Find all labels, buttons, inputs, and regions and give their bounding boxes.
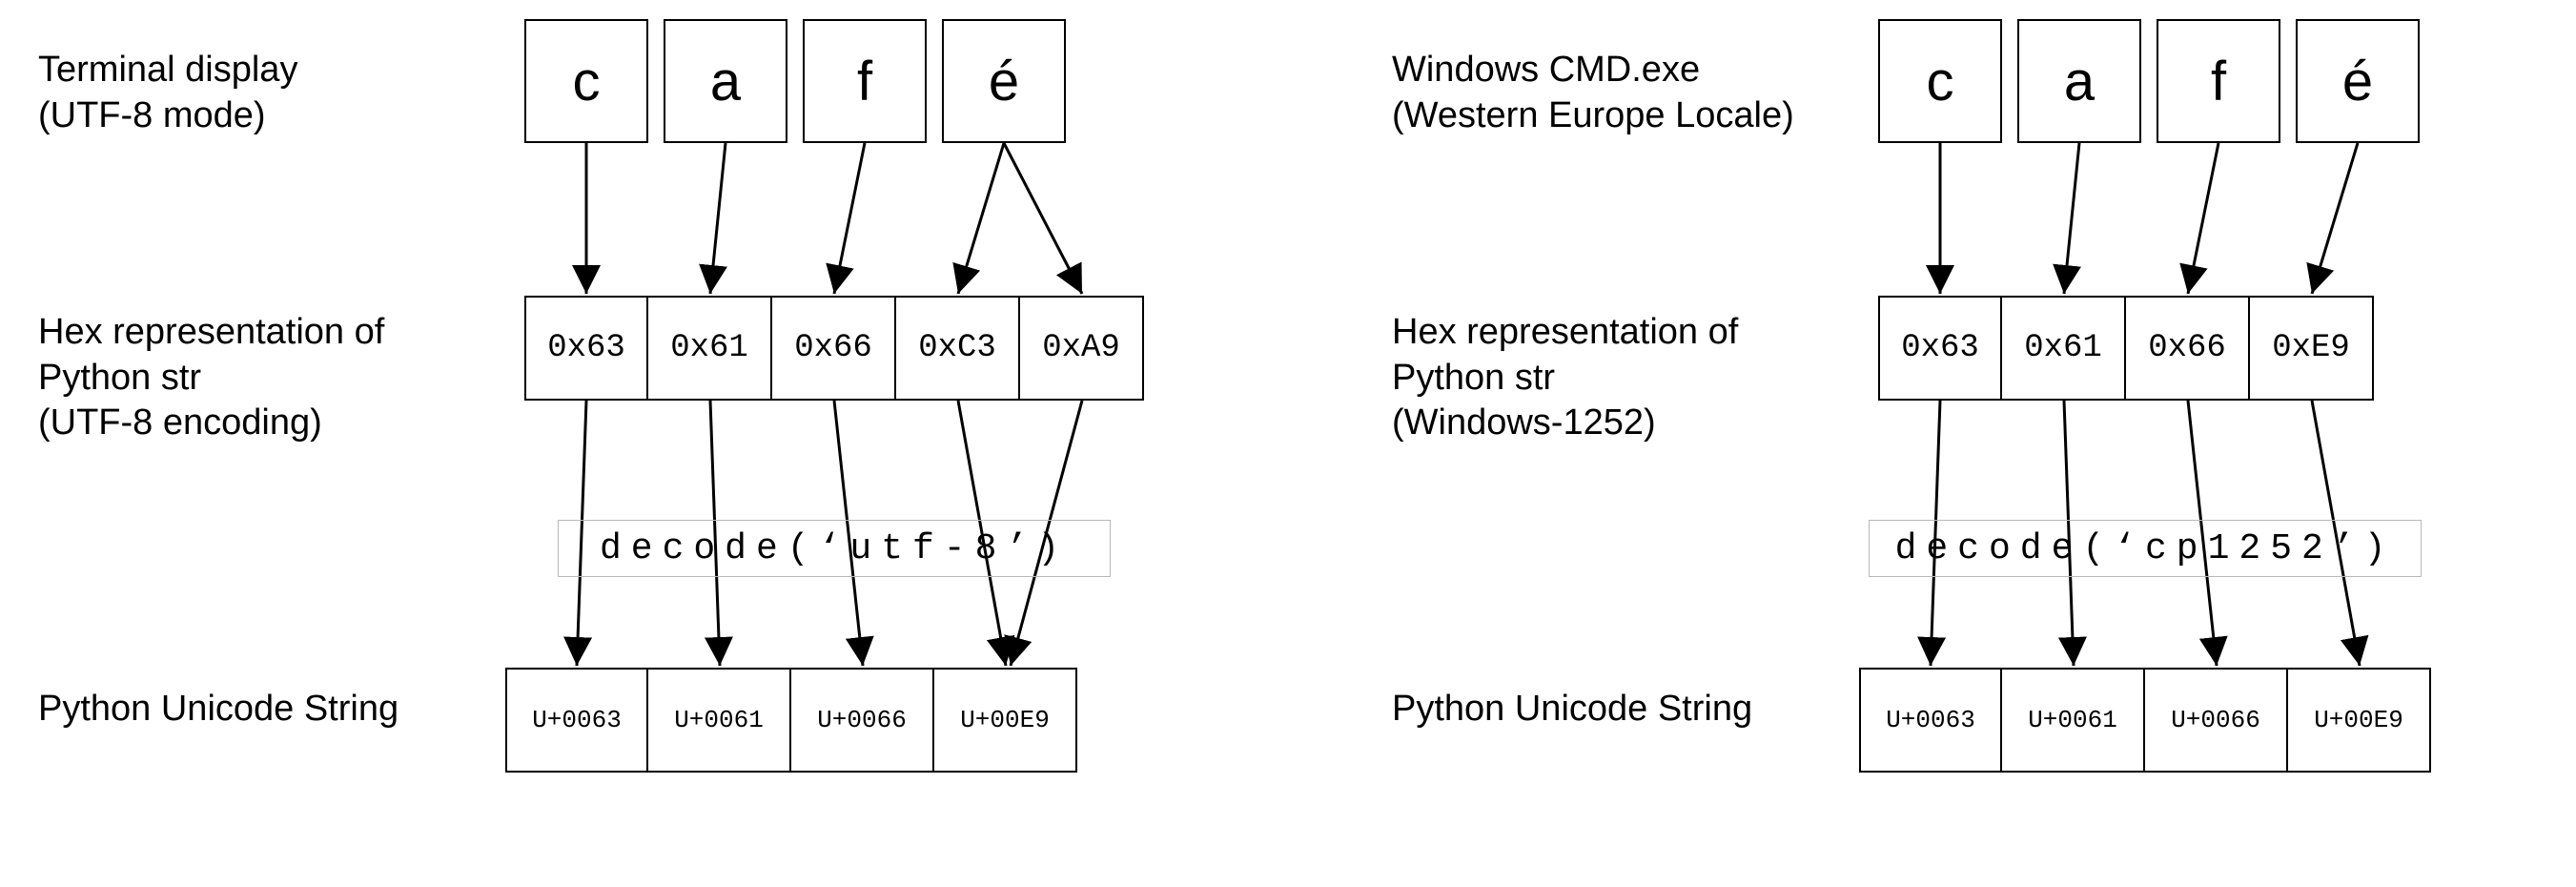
label-line: Python str (38, 358, 201, 398)
char-cell: é (942, 19, 1066, 143)
codepoint-cell: U+00E9 (934, 668, 1077, 773)
right-panel: Windows CMD.exe (Western Europe Locale) … (1392, 19, 2576, 877)
decode-text: decode(‘cp1252’) (1895, 528, 2396, 569)
label-line: Hex representation of (38, 312, 384, 352)
codepoint-cell: U+0061 (648, 668, 791, 773)
codepoint-cell: U+0061 (2002, 668, 2145, 773)
char-cell: c (524, 19, 648, 143)
hex-cell: 0xE9 (2250, 296, 2374, 401)
hex-cell: 0xC3 (896, 296, 1020, 401)
codepoint-cell: U+0066 (2145, 668, 2288, 773)
label-line: Python Unicode String (38, 689, 399, 729)
codepoint-cell: U+0063 (1859, 668, 2002, 773)
label-line: (Windows-1252) (1392, 402, 1656, 443)
terminal-display-label: Terminal display (UTF-8 mode) (38, 48, 496, 138)
hex-cell: 0x61 (2002, 296, 2126, 401)
label-line: Terminal display (38, 50, 297, 90)
codepoint-cell: U+00E9 (2288, 668, 2431, 773)
codepoint-cell: U+0063 (505, 668, 648, 773)
hex-cell: 0x66 (2126, 296, 2250, 401)
hex-cell: 0x66 (772, 296, 896, 401)
unicode-string-label: Python Unicode String (38, 687, 496, 732)
label-line: Python str (1392, 358, 1555, 398)
decode-call-box: decode(‘utf-8’) (558, 520, 1111, 577)
decode-call-box: decode(‘cp1252’) (1869, 520, 2422, 577)
char-cell: é (2296, 19, 2420, 143)
char-cell: f (803, 19, 927, 143)
char-cell: c (1878, 19, 2002, 143)
decode-text: decode(‘utf-8’) (600, 528, 1069, 569)
hex-cell: 0xA9 (1020, 296, 1144, 401)
display-chars-row: c a f é (524, 19, 1066, 143)
char-cell: a (2017, 19, 2141, 143)
unicode-codepoints-row: U+0063 U+0061 U+0066 U+00E9 (505, 668, 1077, 773)
unicode-codepoints-row: U+0063 U+0061 U+0066 U+00E9 (1859, 668, 2431, 773)
hex-repr-label: Hex representation of Python str (Window… (1392, 310, 1850, 446)
left-panel: Terminal display (UTF-8 mode) Hex repres… (38, 19, 1258, 877)
label-line: Python Unicode String (1392, 689, 1752, 729)
label-line: Hex representation of (1392, 312, 1738, 352)
hex-cell: 0x63 (524, 296, 648, 401)
hex-bytes-row: 0x63 0x61 0x66 0xE9 (1878, 296, 2374, 401)
display-chars-row: c a f é (1878, 19, 2420, 143)
codepoint-cell: U+0066 (791, 668, 934, 773)
label-line: (UTF-8 mode) (38, 95, 266, 135)
hex-repr-label: Hex representation of Python str (UTF-8 … (38, 310, 496, 446)
hex-cell: 0x63 (1878, 296, 2002, 401)
label-line: Windows CMD.exe (1392, 50, 1700, 90)
cmd-display-label: Windows CMD.exe (Western Europe Locale) (1392, 48, 1850, 138)
char-cell: f (2157, 19, 2280, 143)
label-line: (UTF-8 encoding) (38, 402, 322, 443)
hex-cell: 0x61 (648, 296, 772, 401)
unicode-string-label: Python Unicode String (1392, 687, 1850, 732)
char-cell: a (664, 19, 787, 143)
label-line: (Western Europe Locale) (1392, 95, 1794, 135)
hex-bytes-row: 0x63 0x61 0x66 0xC3 0xA9 (524, 296, 1144, 401)
